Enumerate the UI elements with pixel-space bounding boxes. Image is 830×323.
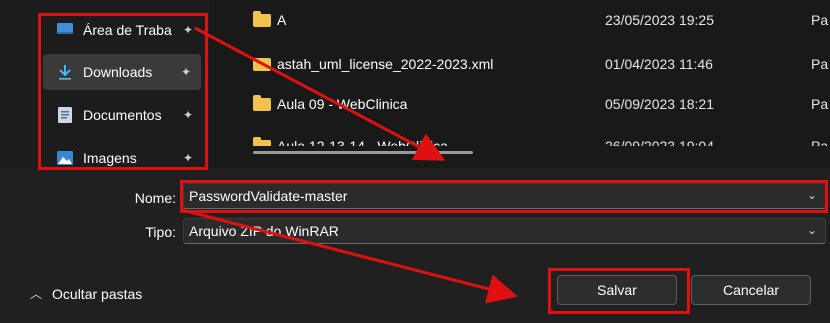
file-type: Pa: [811, 96, 829, 112]
chevron-down-icon[interactable]: ⌄: [807, 223, 817, 237]
sidebar-item-documents[interactable]: Documentos ✦: [43, 97, 203, 133]
download-arrow-icon: [57, 64, 73, 80]
sidebar-item-label: Área de Traba: [83, 22, 172, 38]
type-label: Tipo:: [145, 224, 176, 240]
file-date: 23/05/2023 19:25: [605, 12, 714, 28]
image-icon: [57, 150, 73, 166]
pin-icon: ✦: [182, 151, 193, 165]
file-type-value: Arquivo ZIP do WinRAR: [189, 223, 339, 239]
file-icon: [253, 58, 271, 71]
file-name: A: [277, 12, 287, 28]
horizontal-scrollbar[interactable]: [253, 151, 473, 154]
file-name-input[interactable]: PasswordValidate-master ⌄: [183, 183, 826, 209]
sidebar-item-label: Downloads: [83, 64, 153, 80]
file-date: 01/04/2023 11:46: [605, 56, 713, 72]
navigation-sidebar: Área de Traba ✦ Downloads ✦ Documentos ✦…: [0, 0, 210, 168]
file-name-cell: A: [253, 11, 287, 28]
hide-folders-label: Ocultar pastas: [52, 285, 143, 302]
sidebar-item-downloads[interactable]: Downloads ✦: [43, 54, 201, 90]
hide-folders-toggle[interactable]: ︿ Ocultar pastas: [30, 285, 142, 302]
file-row[interactable]: Aula 09 - WebClinica 05/09/2023 18:21 Pa: [253, 92, 830, 118]
pin-icon: ✦: [182, 108, 193, 122]
folder-icon: [253, 137, 271, 146]
file-name: astah_uml_license_2022-2023.xml: [277, 56, 494, 72]
cancel-button[interactable]: Cancelar: [691, 275, 811, 305]
folder-icon: [253, 11, 271, 27]
file-name-cell: Aula 09 - WebClinica: [253, 95, 408, 112]
file-date: 05/09/2023 18:21: [605, 96, 714, 112]
file-name-value: PasswordValidate-master: [189, 188, 348, 204]
name-label: Nome:: [134, 190, 176, 206]
file-browser-pane: Área de Traba ✦ Downloads ✦ Documentos ✦…: [0, 0, 830, 168]
sidebar-item-label: Documentos: [83, 107, 162, 123]
file-type-select[interactable]: Arquivo ZIP do WinRAR ⌄: [183, 218, 826, 244]
folder-icon: [253, 95, 271, 111]
save-button[interactable]: Salvar: [557, 275, 677, 305]
file-type: Pa: [811, 138, 829, 146]
file-name-cell: Aula 12-13-14 - WebClinica: [253, 137, 448, 146]
file-type: Pa: [811, 12, 829, 28]
pin-icon: ✦: [180, 65, 191, 79]
chevron-down-icon[interactable]: ⌄: [807, 188, 817, 202]
desktop-icon: [57, 22, 73, 38]
file-date: 26/09/2023 19:04: [605, 138, 714, 146]
pin-icon: ✦: [182, 23, 193, 37]
file-row[interactable]: astah_uml_license_2022-2023.xml 01/04/20…: [253, 52, 830, 78]
file-type: Pa: [811, 56, 829, 72]
file-name: Aula 12-13-14 - WebClinica: [277, 138, 448, 146]
file-row[interactable]: Aula 12-13-14 - WebClinica 26/09/2023 19…: [253, 134, 830, 146]
document-icon: [57, 107, 73, 123]
sidebar-item-label: Imagens: [83, 150, 137, 166]
chevron-up-icon: ︿: [30, 287, 43, 301]
sidebar-item-desktop[interactable]: Área de Traba ✦: [43, 12, 203, 48]
file-name: Aula 09 - WebClinica: [277, 96, 408, 112]
file-row[interactable]: A 23/05/2023 19:25 Pa: [253, 8, 830, 34]
file-name-cell: astah_uml_license_2022-2023.xml: [253, 56, 493, 72]
